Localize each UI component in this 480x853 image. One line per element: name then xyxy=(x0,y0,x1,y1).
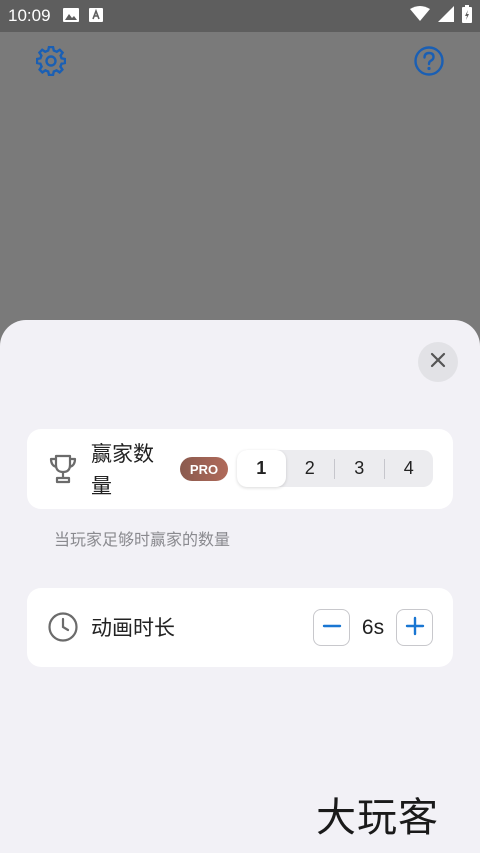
duration-stepper: 6s xyxy=(313,609,433,646)
animation-card: 动画时长 6s xyxy=(27,588,453,667)
winners-hint: 当玩家足够时赢家的数量 xyxy=(54,530,231,549)
decrease-button[interactable] xyxy=(313,609,350,646)
duration-value: 6s xyxy=(361,615,385,639)
battery-icon xyxy=(462,5,472,27)
winners-option-4[interactable]: 4 xyxy=(385,450,434,487)
signal-icon xyxy=(438,6,454,26)
wifi-icon xyxy=(410,6,430,26)
winners-option-2[interactable]: 2 xyxy=(286,450,335,487)
background-area xyxy=(0,32,480,332)
status-bar: 10:09 xyxy=(0,0,480,32)
close-icon xyxy=(430,352,446,372)
close-button[interactable] xyxy=(418,342,458,382)
settings-sheet: 赢家数量 PRO 1 2 3 4 当玩家足够时赢家的数量 动画时长 6s 大玩客 xyxy=(0,320,480,853)
help-circle-icon[interactable] xyxy=(412,44,446,78)
pro-badge: PRO xyxy=(180,457,228,481)
winners-label: 赢家数量 xyxy=(91,442,154,498)
minus-icon xyxy=(322,616,342,640)
clock-icon xyxy=(47,611,79,643)
winners-option-3[interactable]: 3 xyxy=(335,450,384,487)
a-box-icon xyxy=(88,7,103,26)
increase-button[interactable] xyxy=(396,609,433,646)
winners-card: 赢家数量 PRO 1 2 3 4 xyxy=(27,429,453,509)
status-time: 10:09 xyxy=(8,6,51,25)
winners-segmented-control: 1 2 3 4 xyxy=(237,450,433,487)
winners-option-1[interactable]: 1 xyxy=(237,450,286,487)
trophy-icon xyxy=(47,453,79,485)
animation-label: 动画时长 xyxy=(91,616,175,640)
plus-icon xyxy=(405,616,425,640)
image-icon xyxy=(62,7,79,26)
gear-icon[interactable] xyxy=(34,44,68,78)
watermark: 大玩客 xyxy=(316,795,439,841)
